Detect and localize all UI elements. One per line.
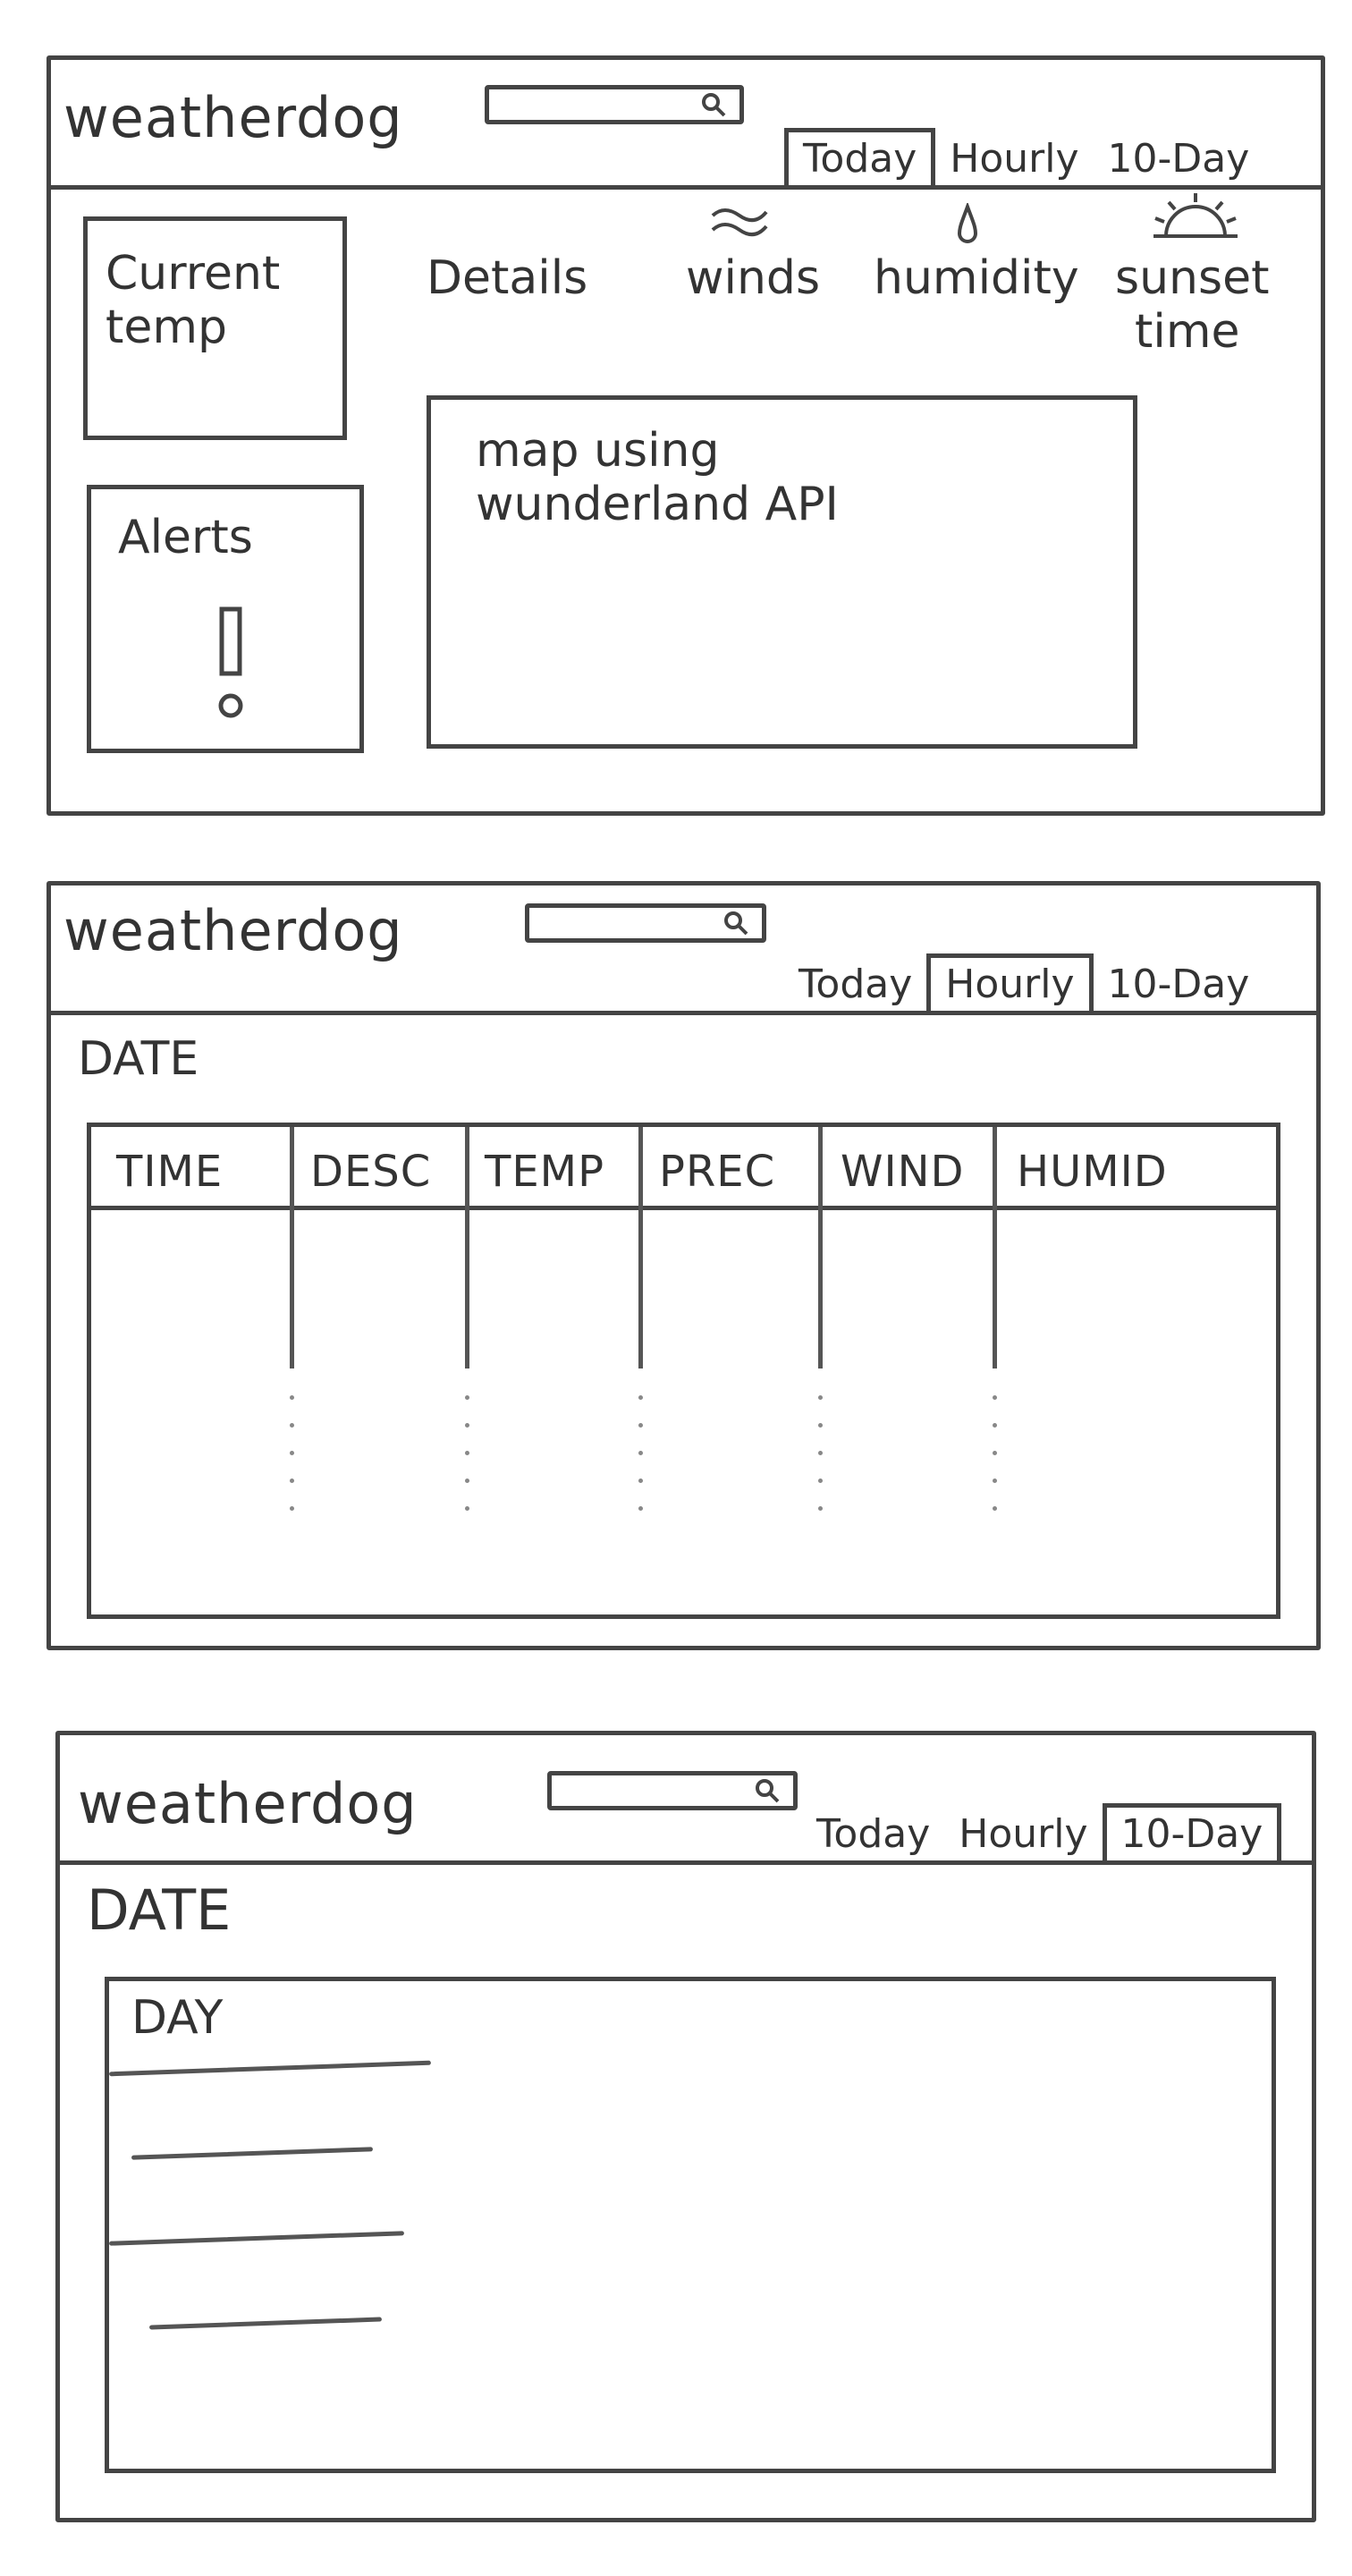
ten-day-list: DAY xyxy=(105,1977,1276,2473)
tab-bar: Today Hourly 10-Day xyxy=(784,128,1263,185)
hourly-table: TIME DESC TEMP PREC WIND HUMID xyxy=(87,1123,1280,1619)
column-continuation xyxy=(818,1395,823,1534)
tab-10-day[interactable]: 10-Day xyxy=(1094,958,1264,1011)
hourly-wireframe: weatherdog Today Hourly 10-Day DATE TIME… xyxy=(46,881,1321,1650)
column-header-wind: WIND xyxy=(841,1147,965,1197)
search-icon xyxy=(724,911,748,936)
column-continuation xyxy=(993,1395,997,1534)
tab-hourly[interactable]: Hourly xyxy=(944,1808,1102,1860)
header: weatherdog Today Hourly 10-Day xyxy=(60,1735,1312,1865)
header: weatherdog Today Hourly 10-Day xyxy=(51,886,1316,1015)
header: weatherdog Today Hourly 10-Day xyxy=(51,60,1321,190)
tab-today[interactable]: Today xyxy=(784,128,936,185)
tab-bar: Today Hourly 10-Day xyxy=(802,1803,1282,1860)
tab-hourly[interactable]: Hourly xyxy=(926,953,1094,1011)
app-logo[interactable]: weatherdog xyxy=(63,85,403,150)
column-divider xyxy=(993,1127,997,1368)
droplet-icon xyxy=(957,203,978,243)
column-header-temp: TEMP xyxy=(485,1147,605,1197)
alert-icon xyxy=(218,606,243,718)
column-continuation xyxy=(638,1395,643,1534)
table-header-divider xyxy=(91,1206,1276,1210)
today-wireframe: weatherdog Today Hourly 10-Day Current t… xyxy=(46,55,1325,816)
search-input[interactable] xyxy=(485,85,744,124)
column-divider xyxy=(638,1127,643,1368)
map-description: map using wunderland API xyxy=(476,424,839,531)
map-panel[interactable]: map using wunderland API xyxy=(427,395,1137,749)
column-header-prec: PREC xyxy=(659,1147,776,1197)
column-divider xyxy=(818,1127,823,1368)
search-input[interactable] xyxy=(525,903,766,943)
details-label: Details xyxy=(427,251,588,305)
tab-10-day[interactable]: 10-Day xyxy=(1094,132,1264,185)
list-row-divider xyxy=(109,2231,404,2246)
app-logo[interactable]: weatherdog xyxy=(63,898,403,963)
column-divider xyxy=(290,1127,294,1368)
sunset-icon xyxy=(1153,193,1238,238)
tab-today[interactable]: Today xyxy=(802,1808,944,1860)
alerts-label: Alerts xyxy=(118,511,253,564)
column-header-time: TIME xyxy=(116,1147,224,1197)
list-row-divider xyxy=(109,2060,431,2077)
tab-today[interactable]: Today xyxy=(784,958,926,1011)
list-row-divider xyxy=(131,2147,374,2160)
date-heading: DATE xyxy=(87,1877,232,1943)
current-temp-card: Current temp xyxy=(83,216,347,440)
search-icon xyxy=(702,93,726,117)
wind-icon xyxy=(711,208,768,237)
tab-hourly[interactable]: Hourly xyxy=(935,132,1093,185)
list-row-divider xyxy=(148,2317,383,2330)
date-heading: DATE xyxy=(78,1032,199,1086)
alerts-card: Alerts xyxy=(87,485,364,753)
column-continuation xyxy=(465,1395,469,1534)
column-continuation xyxy=(290,1395,294,1534)
day-column-header: DAY xyxy=(131,1991,224,2045)
tab-bar: Today Hourly 10-Day xyxy=(784,953,1263,1011)
winds-label: winds xyxy=(686,251,821,305)
humidity-label: humidity xyxy=(874,251,1079,305)
current-temp-label: Current temp xyxy=(106,247,281,354)
app-logo[interactable]: weatherdog xyxy=(78,1771,418,1836)
column-header-humid: HUMID xyxy=(1017,1147,1168,1197)
column-header-desc: DESC xyxy=(310,1147,432,1197)
search-input[interactable] xyxy=(547,1771,798,1810)
tab-10-day[interactable]: 10-Day xyxy=(1102,1803,1282,1860)
column-divider xyxy=(465,1127,469,1368)
sunset-time-label: sunset time xyxy=(1115,251,1270,359)
ten-day-wireframe: weatherdog Today Hourly 10-Day DATE DAY xyxy=(55,1731,1316,2522)
search-icon xyxy=(756,1779,780,1803)
